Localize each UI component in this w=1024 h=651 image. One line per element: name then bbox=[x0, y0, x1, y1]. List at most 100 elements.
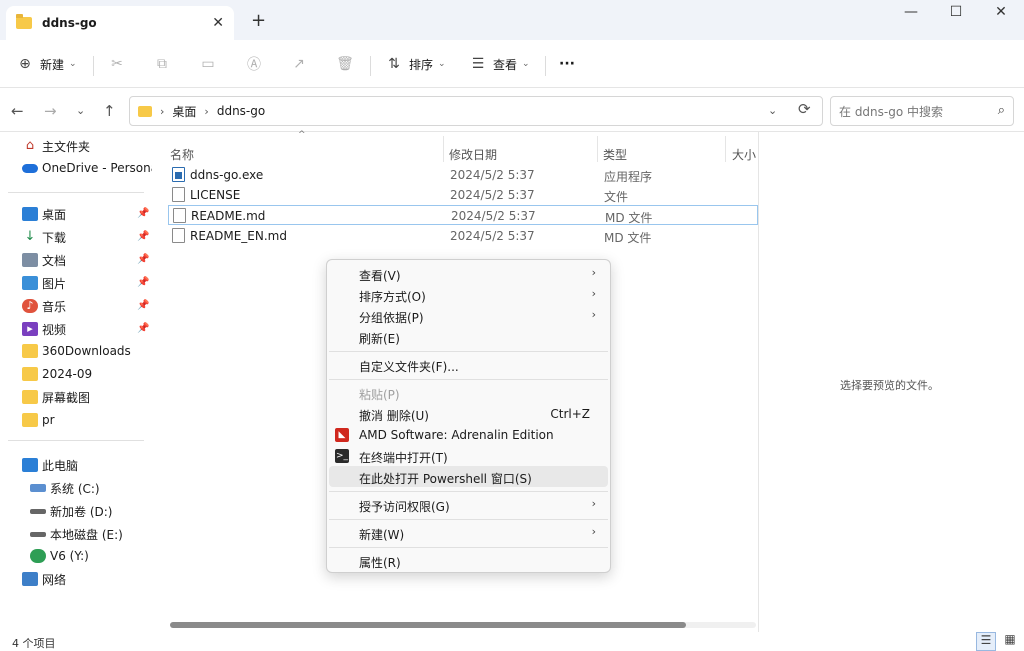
menu-item-label: 属性(R) bbox=[359, 556, 401, 570]
menu-item-group[interactable]: 分组依据(P) › bbox=[329, 305, 608, 326]
sidebar-item-videos[interactable]: ▸ 视频 bbox=[22, 319, 66, 339]
sidebar-item-screenshots[interactable]: 屏幕截图 bbox=[22, 387, 90, 407]
menu-item-sort[interactable]: 排序方式(O) › bbox=[329, 284, 608, 305]
column-header-type[interactable]: 类型 bbox=[603, 146, 627, 163]
sidebar-item-drive-e[interactable]: 本地磁盘 (E:) bbox=[30, 524, 123, 544]
sidebar-item-music[interactable]: ♪ 音乐 bbox=[22, 296, 66, 316]
table-row[interactable]: README_EN.md 2024/5/2 5:37 MD 文件 bbox=[168, 226, 758, 246]
sidebar-item-drive-d[interactable]: 新加卷 (D:) bbox=[30, 501, 112, 521]
share-button[interactable]: ↗ bbox=[290, 52, 314, 76]
tab-ddns-go[interactable]: ddns-go ✕ bbox=[6, 6, 234, 40]
table-row[interactable]: README.md 2024/5/2 5:37 MD 文件 bbox=[168, 205, 758, 225]
sidebar-item-pr[interactable]: pr bbox=[22, 410, 55, 430]
sidebar-item-drive-y[interactable]: V6 (Y:) bbox=[30, 546, 89, 566]
up-arrow-icon[interactable]: ↑ bbox=[103, 102, 116, 120]
sidebar-item-network[interactable]: 网络 bbox=[22, 569, 66, 589]
horizontal-scrollbar[interactable] bbox=[170, 622, 756, 628]
rename-icon: Ⓐ bbox=[247, 57, 261, 73]
paste-button[interactable]: ▭ bbox=[199, 52, 223, 76]
table-row[interactable]: ddns-go.exe 2024/5/2 5:37 应用程序 bbox=[168, 165, 758, 185]
menu-item-grant-access[interactable]: 授予访问权限(G) › bbox=[329, 494, 608, 515]
sort-button[interactable]: ⇅ 排序 ⌄ bbox=[385, 52, 445, 76]
column-divider[interactable] bbox=[443, 136, 444, 162]
minimize-button[interactable]: — bbox=[891, 4, 931, 20]
pin-icon[interactable]: 📌 bbox=[137, 208, 149, 219]
column-header-date[interactable]: 修改日期 bbox=[449, 146, 497, 163]
address-dropdown-icon[interactable]: ⌄ bbox=[768, 104, 777, 117]
chevron-right-icon: › bbox=[591, 266, 596, 279]
pin-icon[interactable]: 📌 bbox=[137, 300, 149, 311]
pin-icon[interactable]: 📌 bbox=[137, 277, 149, 288]
sidebar-item-downloads[interactable]: ↓ 下载 bbox=[22, 227, 66, 247]
scissors-icon: ✂ bbox=[111, 56, 123, 72]
file-icon bbox=[172, 228, 185, 243]
new-tab-button[interactable]: + bbox=[251, 10, 266, 31]
breadcrumb-chevron-icon[interactable]: › bbox=[204, 105, 208, 118]
forward-arrow-icon[interactable]: → bbox=[44, 102, 57, 120]
file-type: 应用程序 bbox=[604, 170, 653, 184]
breadcrumb-ddns-go[interactable]: ddns-go bbox=[217, 104, 265, 118]
sidebar-item-this-pc[interactable]: 此电脑 bbox=[22, 455, 78, 475]
rename-button[interactable]: Ⓐ bbox=[245, 52, 269, 76]
file-name: README_EN.md bbox=[190, 229, 287, 243]
sidebar-item-desktop[interactable]: 桌面 bbox=[22, 204, 66, 224]
cut-button[interactable]: ✂ bbox=[108, 52, 132, 76]
preview-message: 选择要预览的文件。 bbox=[840, 379, 939, 392]
close-button[interactable]: ✕ bbox=[981, 4, 1021, 20]
delete-button[interactable]: 🗑 bbox=[336, 52, 360, 76]
terminal-icon: >_ bbox=[335, 449, 349, 463]
menu-item-refresh[interactable]: 刷新(E) bbox=[329, 326, 608, 347]
sidebar-item-label: 音乐 bbox=[42, 299, 67, 314]
back-arrow-icon[interactable]: ← bbox=[11, 102, 24, 120]
table-row[interactable]: LICENSE 2024/5/2 5:37 文件 bbox=[168, 185, 758, 205]
details-view-icon[interactable]: ☰ bbox=[976, 632, 996, 651]
chevron-right-icon: › bbox=[591, 497, 596, 510]
sidebar-item-documents[interactable]: 文档 bbox=[22, 250, 66, 270]
menu-item-label: 撤消 删除(U) bbox=[359, 409, 429, 423]
divider bbox=[370, 56, 371, 76]
menu-item-new[interactable]: 新建(W) › bbox=[329, 522, 608, 543]
column-divider[interactable] bbox=[725, 136, 726, 162]
chevron-right-icon: › bbox=[591, 525, 596, 538]
maximize-button[interactable]: ☐ bbox=[936, 4, 976, 20]
sidebar-item-home[interactable]: ⌂ 主文件夹 bbox=[22, 136, 90, 156]
column-header-name[interactable]: 名称 bbox=[170, 146, 194, 163]
menu-item-undo-delete[interactable]: 撤消 删除(U) Ctrl+Z bbox=[329, 403, 608, 424]
sidebar-item-drive-c[interactable]: 系统 (C:) bbox=[30, 478, 100, 498]
pin-icon[interactable]: 📌 bbox=[137, 231, 149, 242]
refresh-icon[interactable]: ⟳ bbox=[798, 100, 811, 118]
tab-close-icon[interactable]: ✕ bbox=[212, 15, 224, 31]
address-bar[interactable]: › 桌面 › ddns-go bbox=[129, 96, 823, 126]
more-options-button[interactable]: ··· bbox=[559, 52, 575, 76]
view-button-label: 查看 bbox=[493, 57, 518, 72]
menu-item-properties[interactable]: 属性(R) bbox=[329, 550, 608, 571]
tiles-view-icon[interactable]: ▦ bbox=[1000, 632, 1020, 651]
recent-chevron-icon[interactable]: ⌄ bbox=[76, 104, 85, 117]
pin-icon[interactable]: 📌 bbox=[137, 323, 149, 334]
menu-item-label: 查看(V) bbox=[359, 269, 401, 283]
menu-item-view[interactable]: 查看(V) › bbox=[329, 263, 608, 284]
menu-item-amd-software[interactable]: ◣ AMD Software: Adrenalin Edition bbox=[329, 424, 608, 445]
scrollbar-thumb[interactable] bbox=[170, 622, 686, 628]
menu-item-label: AMD Software: Adrenalin Edition bbox=[359, 428, 554, 442]
menu-item-customize[interactable]: 自定义文件夹(F)... bbox=[329, 354, 608, 375]
copy-button[interactable]: ⧉ bbox=[153, 52, 177, 76]
pin-icon[interactable]: 📌 bbox=[137, 254, 149, 265]
column-header-size[interactable]: 大小 bbox=[732, 146, 756, 163]
view-button[interactable]: ☰ 查看 ⌄ bbox=[469, 52, 530, 76]
menu-item-open-powershell[interactable]: 在此处打开 Powershell 窗口(S) bbox=[329, 466, 608, 487]
sidebar-item-pictures[interactable]: 图片 bbox=[22, 273, 66, 293]
sidebar-item-360downloads[interactable]: 360Downloads bbox=[22, 341, 131, 361]
chevron-down-icon: ⌄ bbox=[69, 59, 77, 69]
address-row: ← → ⌄ ↑ › 桌面 › ddns-go ⌄ ⟳ 在 ddns-go 中搜索… bbox=[0, 88, 1024, 132]
sidebar-item-2024-09[interactable]: 2024-09 bbox=[22, 364, 92, 384]
new-button[interactable]: ⊕ 新建 ⌄ bbox=[16, 52, 77, 76]
sidebar-item-onedrive[interactable]: OneDrive - Personal bbox=[22, 158, 161, 178]
menu-item-open-terminal[interactable]: >_ 在终端中打开(T) bbox=[329, 445, 608, 466]
search-input[interactable]: 在 ddns-go 中搜索 ⌕ bbox=[830, 96, 1014, 126]
breadcrumb-chevron-icon[interactable]: › bbox=[160, 105, 164, 118]
column-divider[interactable] bbox=[597, 136, 598, 162]
breadcrumb-desktop[interactable]: 桌面 bbox=[172, 103, 196, 120]
menu-item-paste[interactable]: 粘贴(P) bbox=[329, 382, 608, 403]
file-date: 2024/5/2 5:37 bbox=[450, 229, 535, 243]
